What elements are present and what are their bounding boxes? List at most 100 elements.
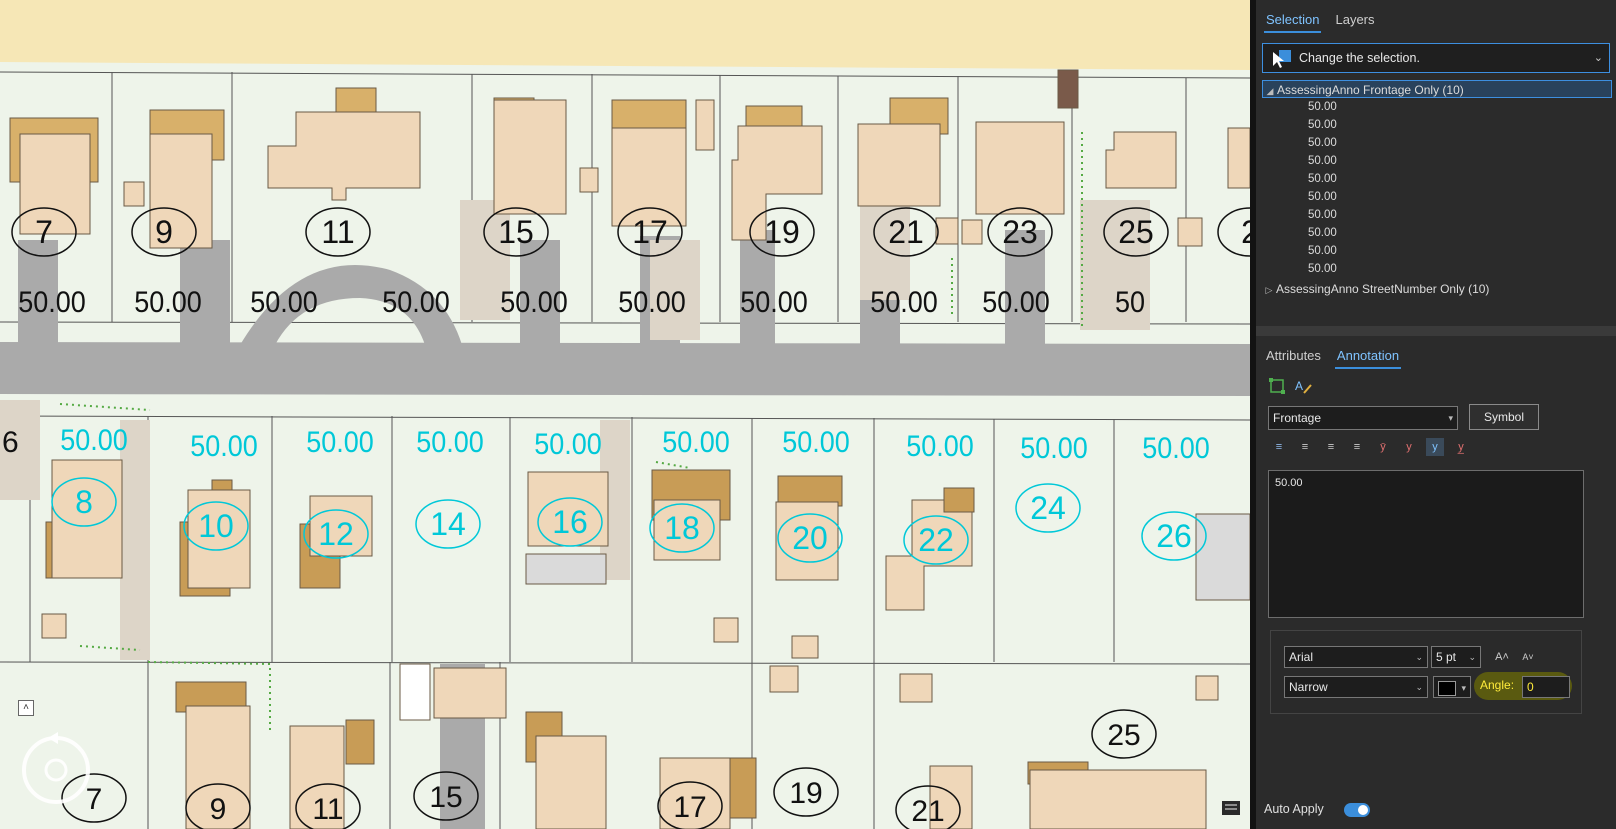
select-arrow-icon bbox=[1273, 50, 1291, 68]
tree-feature-item[interactable]: 50.00 bbox=[1262, 134, 1612, 152]
frontage-label[interactable]: 50.00 bbox=[382, 286, 450, 320]
chevron-down-icon: ▾ bbox=[1448, 413, 1453, 423]
font-color-picker[interactable]: ▾ bbox=[1433, 676, 1471, 698]
frontage-label[interactable]: 50.00 bbox=[18, 286, 86, 320]
tree-feature-item[interactable]: 50.00 bbox=[1262, 224, 1612, 242]
street-number-label[interactable]: 11 bbox=[312, 793, 343, 826]
tab-layers[interactable]: Layers bbox=[1333, 10, 1376, 33]
pane-separator[interactable] bbox=[1256, 326, 1616, 336]
tree-feature-item[interactable]: 50.00 bbox=[1262, 242, 1612, 260]
street-number-label[interactable]: 17 bbox=[673, 791, 706, 824]
frontage-label[interactable]: 50.00 bbox=[618, 286, 686, 320]
align-center-icon[interactable]: ≡ bbox=[1296, 438, 1314, 456]
street-number-label[interactable]: 10 bbox=[198, 508, 234, 544]
edit-vertices-icon[interactable] bbox=[1268, 377, 1286, 395]
frontage-label[interactable]: 50.00 bbox=[982, 286, 1050, 320]
tab-annotation[interactable]: Annotation bbox=[1334, 346, 1402, 369]
justify-icon[interactable]: ≡ bbox=[1348, 438, 1366, 456]
vertical-align-bottom-icon[interactable]: y̲ bbox=[1452, 438, 1470, 456]
selection-tree: ◢ AssessingAnno Frontage Only (10) 50.00 … bbox=[1262, 80, 1612, 298]
increase-font-size-icon[interactable]: A˄ bbox=[1493, 648, 1511, 666]
expand-triangle-icon[interactable]: ▷ bbox=[1262, 281, 1276, 299]
map-canvas[interactable]: 7 9 11 15 17 19 21 23 25 2 50.00 50.00 50.00 50.00 50.… bbox=[0, 0, 1250, 829]
frontage-label[interactable]: 50.00 bbox=[190, 430, 258, 464]
street-number-label[interactable]: 25 bbox=[1118, 214, 1154, 250]
tree-layer-label: AssessingAnno StreetNumber Only (10) bbox=[1276, 282, 1490, 296]
annotation-class-value: Frontage bbox=[1273, 411, 1322, 425]
street-number-label[interactable]: 7 bbox=[35, 214, 53, 250]
tree-layer-frontage[interactable]: ◢ AssessingAnno Frontage Only (10) bbox=[1262, 80, 1612, 98]
frontage-label[interactable]: 50.00 bbox=[534, 428, 602, 462]
decrease-font-size-icon[interactable]: A˅ bbox=[1519, 648, 1537, 666]
street-number-label[interactable]: 11 bbox=[321, 214, 354, 250]
street-number-label[interactable]: 9 bbox=[210, 793, 227, 826]
street-number-label[interactable]: 14 bbox=[430, 506, 466, 542]
street-number-label[interactable]: 22 bbox=[918, 522, 954, 558]
map-view[interactable]: 7 9 11 15 17 19 21 23 25 2 50.00 50.00 50.00 50.00 50.… bbox=[0, 0, 1250, 829]
vertical-align-top-icon[interactable]: ȳ bbox=[1374, 438, 1392, 456]
tree-layer-streetnumber[interactable]: ▷ AssessingAnno StreetNumber Only (10) bbox=[1262, 280, 1612, 298]
street-number-label[interactable]: 9 bbox=[155, 214, 173, 250]
frontage-label[interactable]: 50.00 bbox=[1020, 432, 1088, 466]
tab-selection[interactable]: Selection bbox=[1264, 10, 1322, 33]
street-number-label[interactable]: 25 bbox=[1107, 719, 1140, 752]
street-number-label[interactable]: 21 bbox=[888, 214, 924, 250]
tree-feature-item[interactable]: 50.00 bbox=[1262, 152, 1612, 170]
frontage-label[interactable]: 50.00 bbox=[500, 286, 568, 320]
symbol-button[interactable]: Symbol bbox=[1469, 404, 1539, 430]
tab-attributes[interactable]: Attributes bbox=[1264, 346, 1323, 369]
frontage-label[interactable]: 50.00 bbox=[906, 430, 974, 464]
street-number-label[interactable]: 26 bbox=[1156, 518, 1192, 554]
frontage-label[interactable]: 50.00 bbox=[1142, 432, 1210, 466]
navigator-icon[interactable] bbox=[18, 732, 94, 808]
font-name-combo[interactable]: Arial ⌄ bbox=[1284, 646, 1428, 668]
street-number-label[interactable]: 16 bbox=[552, 504, 588, 540]
street-number-label[interactable]: 15 bbox=[429, 781, 462, 814]
frontage-label[interactable]: 50.00 bbox=[306, 426, 374, 460]
font-size-combo[interactable]: 5 pt ⌄ bbox=[1431, 646, 1481, 668]
angle-input[interactable]: 0 bbox=[1522, 676, 1570, 698]
street-number-label[interactable]: 6 bbox=[2, 426, 19, 459]
street-number-label[interactable]: 24 bbox=[1030, 490, 1066, 526]
street-number-label[interactable]: 8 bbox=[75, 484, 93, 520]
street-number-label[interactable]: 23 bbox=[1002, 214, 1038, 250]
street-number-label[interactable]: 17 bbox=[632, 214, 668, 250]
font-color-swatch bbox=[1438, 681, 1456, 696]
frontage-label[interactable]: 50.00 bbox=[416, 426, 484, 460]
collapse-triangle-icon[interactable]: ◢ bbox=[1263, 82, 1277, 100]
street-number-label[interactable]: 18 bbox=[664, 510, 700, 546]
message-icon[interactable] bbox=[1220, 798, 1242, 820]
tree-feature-item[interactable]: 50.00 bbox=[1262, 170, 1612, 188]
vertical-align-baseline-icon[interactable]: y bbox=[1426, 438, 1444, 456]
collapse-up-icon[interactable]: ˄ bbox=[18, 700, 34, 716]
frontage-label[interactable]: 50.00 bbox=[134, 286, 202, 320]
street-number-label[interactable]: 12 bbox=[318, 516, 354, 552]
tree-feature-item[interactable]: 50.00 bbox=[1262, 188, 1612, 206]
frontage-label[interactable]: 50.00 bbox=[870, 286, 938, 320]
frontage-label[interactable]: 50.00 bbox=[60, 424, 128, 458]
road bbox=[0, 342, 1250, 396]
align-left-icon[interactable]: ≡ bbox=[1270, 438, 1288, 456]
street-number-label[interactable]: 21 bbox=[911, 795, 944, 828]
tree-feature-item[interactable]: 50.00 bbox=[1262, 116, 1612, 134]
frontage-label[interactable]: 50.00 bbox=[740, 286, 808, 320]
annotation-class-combo[interactable]: Frontage ▾ bbox=[1268, 406, 1458, 430]
annotation-text-box[interactable]: 50.00 bbox=[1268, 470, 1584, 618]
align-right-icon[interactable]: ≡ bbox=[1322, 438, 1340, 456]
tree-feature-item[interactable]: 50.00 bbox=[1262, 98, 1612, 116]
font-style-combo[interactable]: Narrow ⌄ bbox=[1284, 676, 1428, 698]
frontage-label[interactable]: 50 bbox=[1115, 286, 1145, 320]
street-number-label[interactable]: 15 bbox=[498, 214, 534, 250]
tree-feature-item[interactable]: 50.00 bbox=[1262, 260, 1612, 278]
street-number-label[interactable]: 2 bbox=[1241, 214, 1250, 250]
change-selection-dropdown[interactable]: Change the selection. ⌄ bbox=[1262, 43, 1610, 73]
tree-feature-item[interactable]: 50.00 bbox=[1262, 206, 1612, 224]
frontage-label[interactable]: 50.00 bbox=[250, 286, 318, 320]
street-number-label[interactable]: 20 bbox=[792, 520, 828, 556]
street-number-label[interactable]: 19 bbox=[789, 777, 822, 810]
vertical-align-center-icon[interactable]: y bbox=[1400, 438, 1418, 456]
edit-text-icon[interactable]: A bbox=[1294, 377, 1312, 395]
frontage-label[interactable]: 50.00 bbox=[662, 426, 730, 460]
street-number-label[interactable]: 19 bbox=[764, 214, 800, 250]
frontage-label[interactable]: 50.00 bbox=[782, 426, 850, 460]
